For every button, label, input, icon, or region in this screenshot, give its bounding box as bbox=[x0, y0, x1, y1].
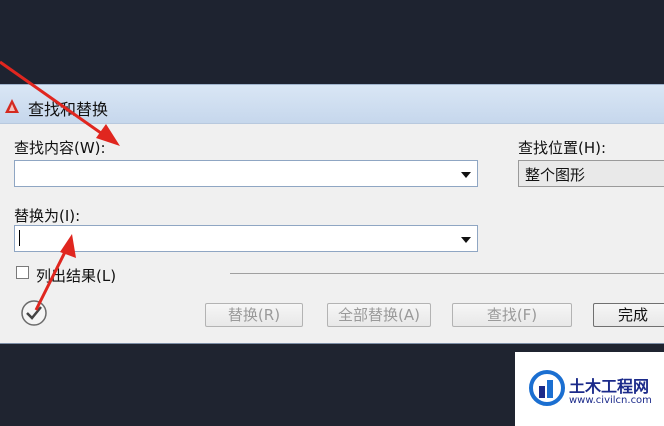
dialog-title: 查找和替换 bbox=[28, 100, 109, 119]
text-caret bbox=[19, 230, 20, 246]
dialog-titlebar[interactable]: 查找和替换 bbox=[0, 85, 664, 124]
results-divider bbox=[230, 273, 664, 274]
watermark-name: 土木工程网 bbox=[569, 377, 650, 396]
find-where-label: 查找位置(H): bbox=[518, 139, 607, 157]
list-results-label[interactable]: 列出结果(L) bbox=[36, 265, 116, 286]
find-where-select[interactable]: 整个图形 bbox=[518, 160, 664, 187]
done-button[interactable]: 完成 bbox=[593, 303, 664, 327]
replace-with-combobox[interactable] bbox=[14, 225, 478, 252]
list-results-checkbox[interactable] bbox=[16, 266, 29, 279]
watermark-url: www.civilcn.com bbox=[569, 395, 652, 406]
autocad-logo-icon bbox=[5, 99, 19, 113]
find-what-label: 查找内容(W): bbox=[14, 139, 106, 157]
replace-with-label: 替换为(I): bbox=[14, 207, 81, 225]
find-what-dropdown-icon[interactable] bbox=[461, 171, 471, 178]
cad-workspace-top bbox=[0, 0, 664, 84]
replace-all-button[interactable]: 全部替换(A) bbox=[327, 303, 431, 327]
civilcn-logo-icon bbox=[529, 370, 565, 406]
replace-button[interactable]: 替换(R) bbox=[205, 303, 303, 327]
replace-with-dropdown-icon[interactable] bbox=[461, 236, 471, 243]
find-what-combobox[interactable] bbox=[14, 160, 478, 187]
find-button[interactable]: 查找(F) bbox=[452, 303, 572, 327]
expand-options-icon[interactable] bbox=[20, 299, 48, 327]
find-replace-dialog: 查找和替换 查找内容(W): 替换为(I): 查找位置(H): 整个图形 列出结… bbox=[0, 84, 664, 345]
watermark-logo: 土木工程网 www.civilcn.com bbox=[515, 352, 664, 426]
find-where-value: 整个图形 bbox=[525, 166, 586, 184]
